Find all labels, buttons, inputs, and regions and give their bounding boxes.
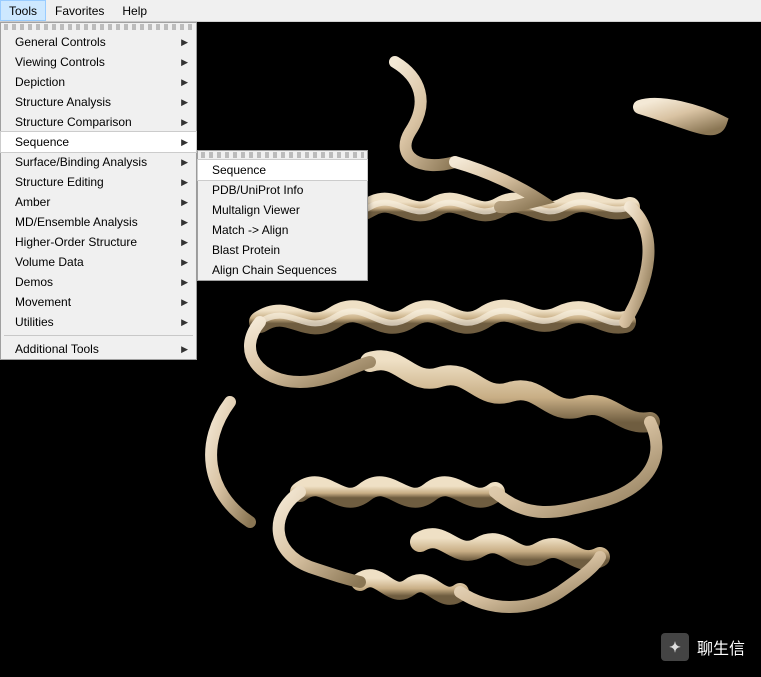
submenu-arrow-icon: ▶: [181, 157, 188, 168]
menu-item-label: Multalign Viewer: [212, 203, 300, 217]
menu-item-label: Structure Analysis: [15, 95, 111, 109]
menu-item-label: Sequence: [15, 135, 69, 149]
submenu-arrow-icon: ▶: [181, 177, 188, 188]
menu-item-label: Movement: [15, 295, 71, 309]
menu-tools[interactable]: Tools: [0, 0, 46, 21]
submenu-arrow-icon: ▶: [181, 257, 188, 268]
menu-item-label: Demos: [15, 275, 53, 289]
submenu-arrow-icon: ▶: [181, 137, 188, 148]
submenu-arrow-icon: ▶: [181, 77, 188, 88]
menu-item-label: Sequence: [212, 163, 266, 177]
submenu-arrow-icon: ▶: [181, 317, 188, 328]
submenu-blast[interactable]: Blast Protein: [198, 240, 367, 260]
submenu-arrow-icon: ▶: [181, 37, 188, 48]
sequence-submenu: Sequence PDB/UniProt Info Multalign View…: [197, 150, 368, 281]
menu-item-label: Surface/Binding Analysis: [15, 155, 147, 169]
submenu-pdb-uniprot[interactable]: PDB/UniProt Info: [198, 180, 367, 200]
menu-structure-editing[interactable]: Structure Editing ▶: [1, 172, 196, 192]
menu-item-label: PDB/UniProt Info: [212, 183, 303, 197]
menu-sequence[interactable]: Sequence ▶: [1, 132, 196, 152]
submenu-arrow-icon: ▶: [181, 277, 188, 288]
watermark-text: 聊生信: [697, 635, 745, 659]
menu-item-label: General Controls: [15, 35, 106, 49]
menu-volume-data[interactable]: Volume Data ▶: [1, 252, 196, 272]
watermark-icon: ✦: [661, 633, 689, 661]
menu-movement[interactable]: Movement ▶: [1, 292, 196, 312]
menu-structure-comparison[interactable]: Structure Comparison ▶: [1, 112, 196, 132]
submenu-arrow-icon: ▶: [181, 117, 188, 128]
submenu-arrow-icon: ▶: [181, 237, 188, 248]
submenu-arrow-icon: ▶: [181, 57, 188, 68]
submenu-arrow-icon: ▶: [181, 297, 188, 308]
menu-item-label: Viewing Controls: [15, 55, 105, 69]
submenu-match-align[interactable]: Match -> Align: [198, 220, 367, 240]
menu-item-label: Amber: [15, 195, 50, 209]
submenu-sequence[interactable]: Sequence: [198, 160, 367, 180]
watermark: ✦ 聊生信: [661, 633, 745, 661]
submenu-multalign[interactable]: Multalign Viewer: [198, 200, 367, 220]
menu-depiction[interactable]: Depiction ▶: [1, 72, 196, 92]
menu-favorites[interactable]: Favorites: [46, 0, 113, 21]
menu-md-ensemble[interactable]: MD/Ensemble Analysis ▶: [1, 212, 196, 232]
menu-item-label: Utilities: [15, 315, 54, 329]
menu-item-label: Depiction: [15, 75, 65, 89]
menu-amber[interactable]: Amber ▶: [1, 192, 196, 212]
menu-item-label: Additional Tools: [15, 342, 99, 356]
menu-viewing-controls[interactable]: Viewing Controls ▶: [1, 52, 196, 72]
menu-item-label: Structure Editing: [15, 175, 104, 189]
menu-item-label: Higher-Order Structure: [15, 235, 137, 249]
menu-item-label: Blast Protein: [212, 243, 280, 257]
menu-separator: [4, 335, 193, 336]
menu-higher-order[interactable]: Higher-Order Structure ▶: [1, 232, 196, 252]
menu-item-label: MD/Ensemble Analysis: [15, 215, 138, 229]
submenu-arrow-icon: ▶: [181, 217, 188, 228]
submenu-align-chain[interactable]: Align Chain Sequences: [198, 260, 367, 280]
menu-item-label: Structure Comparison: [15, 115, 132, 129]
menu-utilities[interactable]: Utilities ▶: [1, 312, 196, 332]
menu-surface-binding[interactable]: Surface/Binding Analysis ▶: [1, 152, 196, 172]
tearoff-handle[interactable]: [201, 152, 364, 158]
submenu-arrow-icon: ▶: [181, 97, 188, 108]
menu-general-controls[interactable]: General Controls ▶: [1, 32, 196, 52]
submenu-arrow-icon: ▶: [181, 344, 188, 355]
menu-item-label: Match -> Align: [212, 223, 288, 237]
menu-help[interactable]: Help: [113, 0, 156, 21]
menu-structure-analysis[interactable]: Structure Analysis ▶: [1, 92, 196, 112]
menu-item-label: Align Chain Sequences: [212, 263, 337, 277]
submenu-arrow-icon: ▶: [181, 197, 188, 208]
menu-additional-tools[interactable]: Additional Tools ▶: [1, 339, 196, 359]
menu-item-label: Volume Data: [15, 255, 84, 269]
menubar: Tools Favorites Help: [0, 0, 761, 22]
tools-dropdown: General Controls ▶ Viewing Controls ▶ De…: [0, 22, 197, 360]
menu-demos[interactable]: Demos ▶: [1, 272, 196, 292]
tearoff-handle[interactable]: [4, 24, 193, 30]
